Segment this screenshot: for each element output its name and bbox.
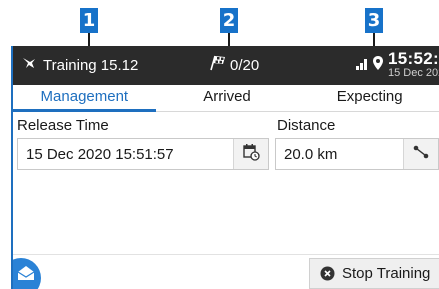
clock: 15:52:09 15 Dec 2020: [388, 50, 439, 79]
calendar-clock-icon: [242, 143, 260, 166]
distance-value: 20.0 km: [284, 145, 338, 163]
tab-expecting[interactable]: Expecting: [298, 85, 439, 111]
stop-training-label: Stop Training: [342, 265, 431, 282]
pigeon-icon: [21, 55, 37, 76]
tab-arrived[interactable]: Arrived: [156, 85, 299, 111]
callout-3: 3: [365, 8, 383, 33]
footer-divider: [13, 254, 439, 255]
clock-date: 15 Dec 2020: [388, 67, 439, 79]
app-window: Training 15.12 0/20 15:52: 15 Dec 20 Man…: [11, 46, 439, 289]
release-time-value: 15 Dec 2020 15:51:57: [26, 145, 174, 163]
stop-training-button[interactable]: Stop Training: [309, 258, 439, 289]
count-label: 0/20: [230, 57, 260, 74]
stop-circle-icon: [320, 266, 335, 281]
calendar-clock-button[interactable]: [233, 139, 268, 169]
training-label: Training 15.12: [43, 57, 139, 74]
tab-bar: Management Arrived Expecting: [13, 85, 439, 112]
release-time-label: Release Time: [17, 117, 109, 134]
callout-1: 1: [80, 8, 98, 33]
distance-measure-button[interactable]: [403, 139, 438, 169]
signal-strength-icon: [355, 55, 371, 76]
distance-field[interactable]: 20.0 km: [275, 138, 439, 170]
arrival-count: 0/20: [209, 46, 259, 85]
location-pin-icon: [372, 55, 384, 76]
action-fab[interactable]: [13, 258, 41, 289]
distance-label: Distance: [277, 117, 336, 134]
finish-flag-icon: [209, 55, 227, 76]
training-info[interactable]: Training 15.12: [21, 46, 138, 85]
release-time-field[interactable]: 15 Dec 2020 15:51:57: [17, 138, 269, 170]
envelope-open-icon: [17, 265, 35, 286]
clock-time: 15:52:09: [388, 49, 439, 68]
route-distance-icon: [412, 143, 430, 166]
connectivity-indicators: [355, 46, 384, 85]
callout-2: 2: [220, 8, 238, 33]
tab-management[interactable]: Management: [13, 85, 156, 112]
status-bar: Training 15.12 0/20 15:52: 15 Dec 20: [13, 46, 439, 85]
